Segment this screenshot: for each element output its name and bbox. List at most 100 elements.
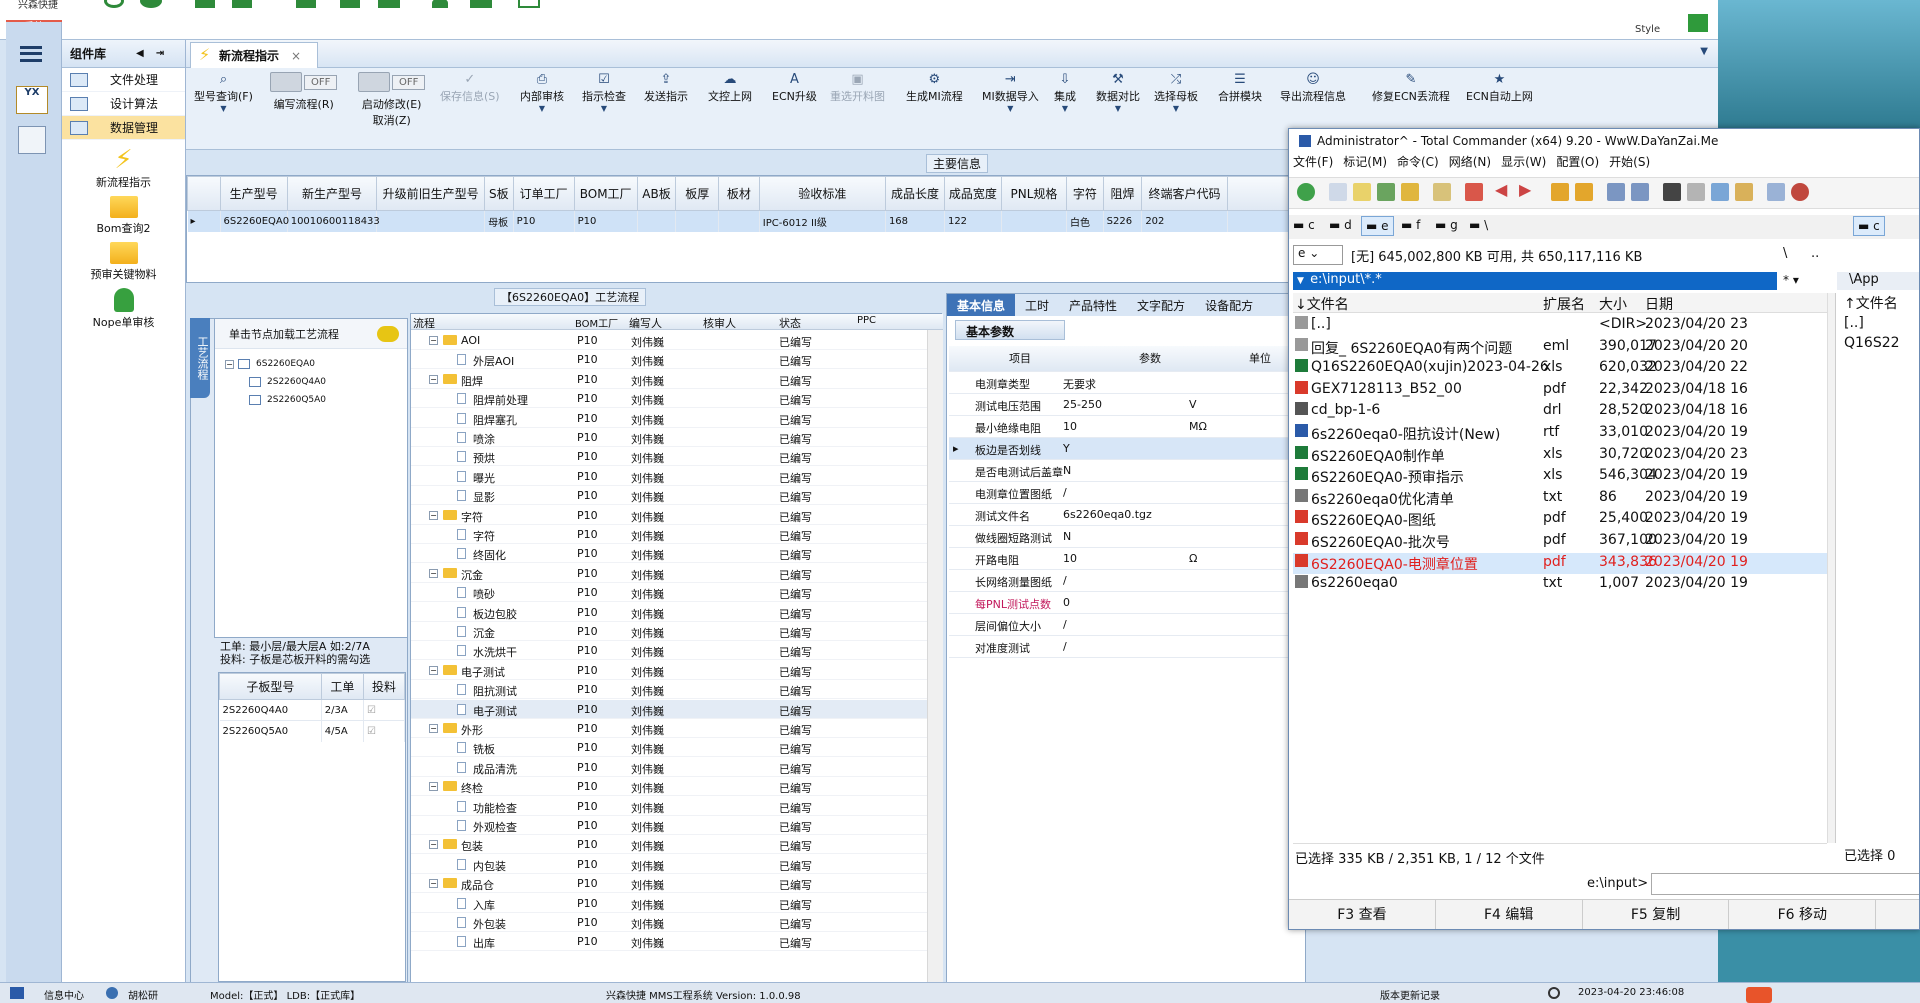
process-row[interactable]: 阻焊塞孔 P10 刘伟巍 已编写 [411,409,927,428]
sync-icon[interactable] [1711,183,1729,201]
process-row[interactable]: 喷涂 P10 刘伟巍 已编写 [411,428,927,447]
file-row[interactable]: GEX7128113_B52_00 pdf 22,342 2023/04/18 16 [1293,380,1827,401]
process-row[interactable]: 水洗烘干 P10 刘伟巍 已编写 [411,641,927,661]
process-row[interactable]: 出库 P10 刘伟巍 已编写 [411,932,927,952]
tab-text-recipe[interactable]: 文字配方 [1127,294,1195,316]
drive-select[interactable]: e ⌄ [1293,245,1343,265]
network-drive-button[interactable]: ▬ \ [1469,218,1488,232]
process-row[interactable]: 外包装 P10 刘伟巍 已编写 [411,913,927,932]
column-header[interactable]: 成品宽度 [943,176,1002,211]
process-row[interactable]: 外观检查 P10 刘伟巍 已编写 [411,816,927,835]
thumbnail-icon[interactable] [1377,183,1395,201]
column-header[interactable]: 投料 [363,673,405,700]
column-header-name[interactable]: ↑文件名 [1844,293,1898,313]
cancel-button[interactable]: 取消(Z) [373,112,411,128]
send-instruction-button[interactable]: ⇪ 发送指示 [644,72,688,104]
grid-icon[interactable] [232,0,252,8]
param-row[interactable]: 测试电压范围 25-250 V [949,394,1305,416]
column-header[interactable]: 板材 [718,176,760,211]
table-row[interactable]: 2S2260Q5A0 4/5A ☑ [219,720,405,742]
menu-file[interactable]: 文件(F) [1293,153,1333,175]
ecn-auto-upload-button[interactable]: ★ ECN自动上网 [1466,72,1533,104]
print-icon[interactable] [518,0,540,8]
drive-g-button[interactable]: ▬ g [1435,218,1458,232]
menu-view[interactable]: 显示(W) [1501,153,1546,175]
user-icon[interactable] [432,0,448,8]
column-header[interactable]: 单位 [1249,350,1271,366]
collapse-icon[interactable]: − [429,840,438,850]
process-row[interactable]: − 字符 P10 刘伟巍 已编写 [411,506,927,525]
binoculars-icon[interactable] [1663,183,1681,201]
hamburger-icon[interactable] [20,46,42,62]
refresh-icon[interactable] [1297,183,1315,201]
param-row[interactable]: 层间偏位大小 / [949,614,1305,636]
column-header[interactable]: 板厚 [675,176,720,211]
unpack-icon[interactable] [1575,183,1593,201]
process-row[interactable]: 沉金 P10 刘伟巍 已编写 [411,622,927,641]
right-drive-c-button[interactable]: ▬ c [1853,216,1885,236]
column-header[interactable]: 生产型号 [219,176,288,211]
file-row[interactable]: 6S2260EQA0-预审指示 xls 546,304 2023/04/20 19 [1293,466,1827,487]
taskbar-app-icon[interactable] [1746,987,1772,1003]
doc-upload-button[interactable]: ☁ 文控上网 [708,72,752,104]
param-row[interactable]: 长网络测量图纸 / [949,570,1305,592]
process-row[interactable]: 阻抗测试 P10 刘伟巍 已编写 [411,680,927,700]
toggle-switch[interactable] [358,72,390,92]
process-row[interactable]: − 外形 P10 刘伟巍 已编写 [411,719,927,738]
process-row[interactable]: 外层AOI P10 刘伟巍 已编写 [411,350,927,370]
generate-mi-process-button[interactable]: ⚙ 生成MI流程 [906,72,963,104]
info-center-label[interactable]: 信息中心 [44,987,84,1002]
column-header[interactable]: 升级前旧生产型号 [376,176,486,211]
file-row[interactable]: 6s2260eqa0-阻抗设计(New) rtf 33,010 2023/04/20 … [1293,423,1827,444]
parent-dir-row[interactable]: [..] [1844,315,1864,331]
process-row[interactable]: 终固化 P10 刘伟巍 已编写 [411,544,927,564]
data-compare-button[interactable]: ⚒ 数据对比 ▼ [1096,72,1140,113]
collapse-icon[interactable]: − [429,665,438,675]
tree-view-icon[interactable] [1401,183,1419,201]
collapse-icon[interactable]: − [429,374,438,384]
chrome-icon[interactable] [1791,183,1809,201]
collapse-icon[interactable]: − [429,336,438,345]
param-row[interactable]: 最小绝缘电阻 10 MΩ [949,416,1305,438]
file-row[interactable]: cd_bp-1-6 drl 28,520 2023/04/18 16 [1293,401,1827,422]
column-header[interactable]: 状态 [779,315,801,331]
ecn-upgrade-button[interactable]: A ECN升级 [772,72,817,104]
process-row[interactable]: 预烘 P10 刘伟巍 已编写 [411,447,927,467]
param-row[interactable]: 开路电阻 10 Ω [949,548,1305,570]
full-view-icon[interactable] [1353,183,1371,201]
yx-logo-icon[interactable]: YX [16,86,48,114]
toggle-switch[interactable] [270,72,302,92]
model-query-button[interactable]: ⌕ 型号查询(F) ▼ [194,72,253,113]
chevron-left-icon[interactable]: ◀ [136,48,144,59]
param-row[interactable]: 电测章类型 无要求 [949,372,1305,394]
drive-e-button[interactable]: ▬ e [1361,216,1394,236]
column-header[interactable]: PPC [857,315,876,326]
checkbox[interactable]: ☑ [363,699,405,721]
drive-f-button[interactable]: ▬ f [1401,218,1420,232]
column-header[interactable]: 流程 [413,315,435,331]
table-row[interactable]: 2S2260Q4A0 2/3A ☑ [219,699,405,721]
tab-basic-info[interactable]: 基本信息 [947,294,1016,316]
save-icon[interactable] [296,0,316,8]
reselect-cut-drawing-button[interactable]: ▣ 重选开料图 [830,72,885,104]
check-instruction-button[interactable]: ☑ 指示检查 ▼ [582,72,626,113]
menu-mark[interactable]: 标记(M) [1343,153,1387,175]
filter-button[interactable]: * ▾ [1783,273,1799,287]
process-row[interactable]: 曝光 P10 刘伟巍 已编写 [411,467,927,486]
vertical-scrollbar[interactable] [927,330,943,987]
process-row[interactable]: − 成品仓 P10 刘伟巍 已编写 [411,874,927,894]
file-row[interactable]: Q16S2260EQA0(xujin)2023-04-26 xls 620,032 2… [1293,358,1827,379]
tools-icon[interactable] [18,126,46,154]
rename-icon[interactable] [1687,183,1705,201]
vertical-tab-process[interactable]: 工艺流程 [190,318,210,398]
invert-selection-icon[interactable] [1433,183,1451,201]
column-header[interactable]: BOM工厂 [575,315,618,330]
tab-work-hours[interactable]: 工时 [1015,294,1059,316]
column-header[interactable]: BOM工厂 [573,176,638,211]
process-row[interactable]: 功能检查 P10 刘伟巍 已编写 [411,797,927,816]
param-row[interactable]: 电测章位置图纸 / [949,482,1305,504]
param-row[interactable]: ▸ 板边是否划线 Y [949,438,1305,460]
param-row[interactable]: 做线圈短路测试 N [949,526,1305,548]
f5-copy-button[interactable]: F5 复制 [1583,900,1730,929]
url-icon[interactable] [1631,183,1649,201]
